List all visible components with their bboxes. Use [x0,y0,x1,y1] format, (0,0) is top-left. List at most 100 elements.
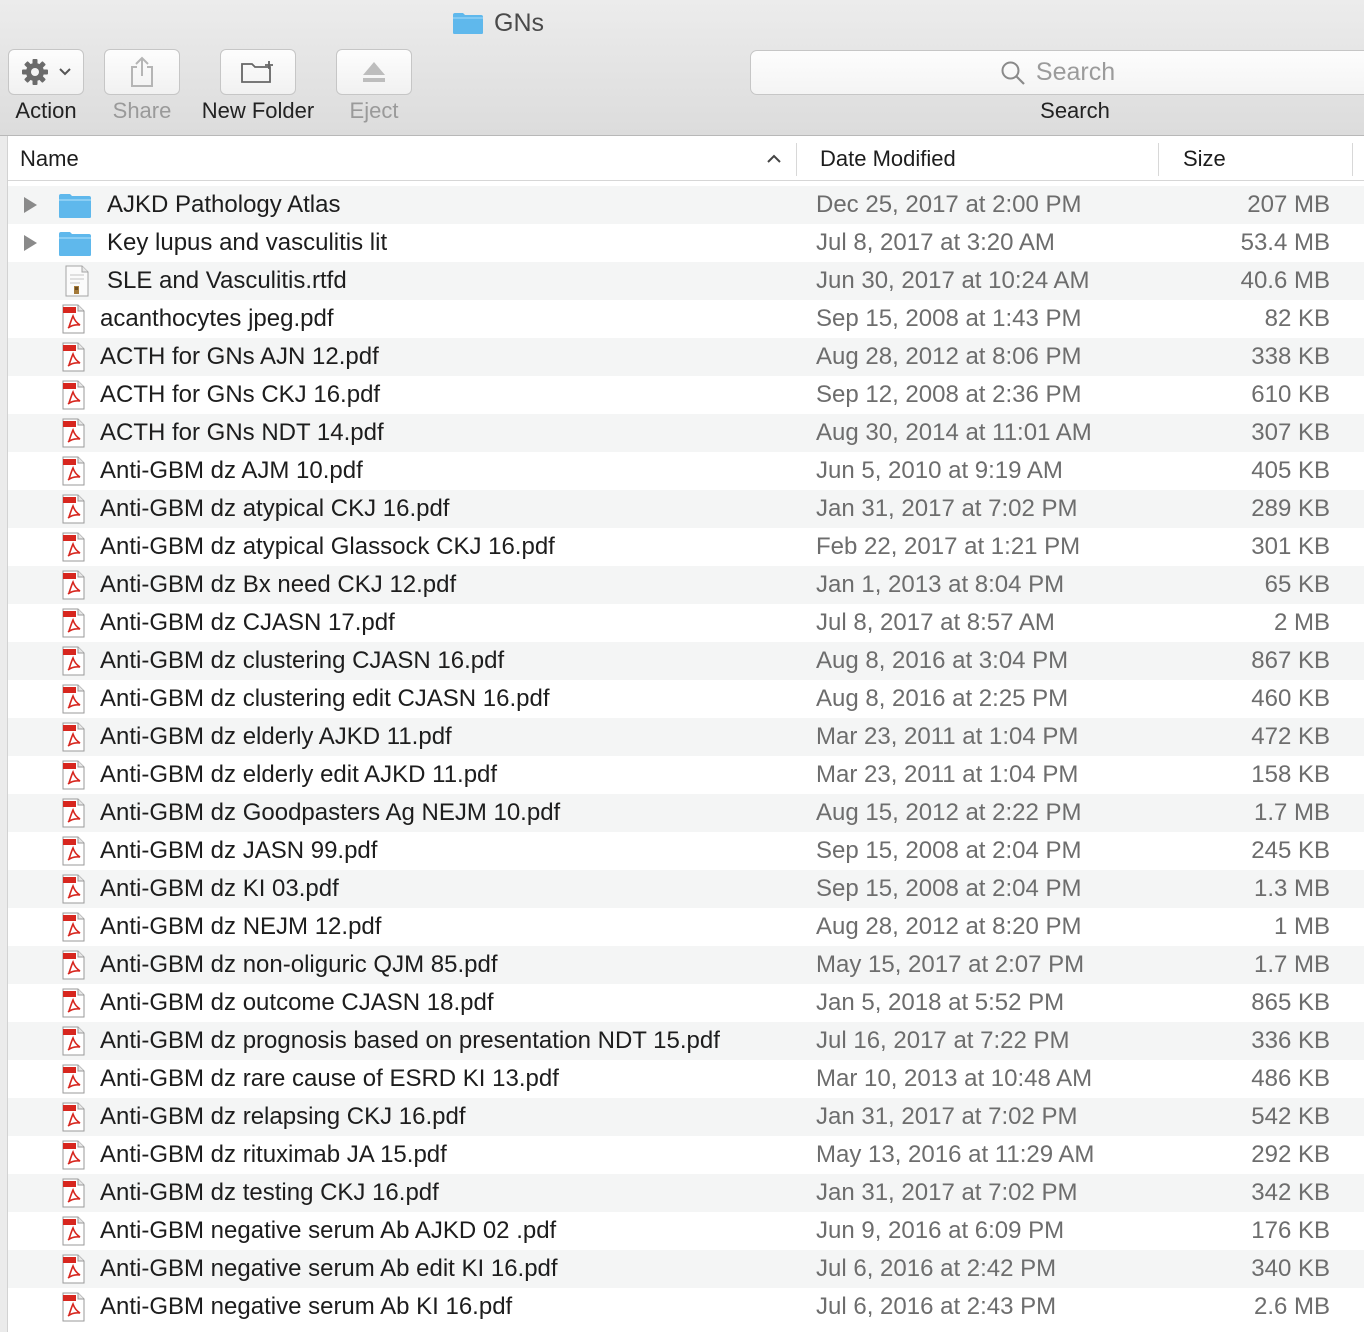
file-date-modified: Aug 28, 2012 at 8:20 PM [816,913,1082,940]
pdf-file-icon [60,912,86,949]
file-row[interactable]: ACTH for GNs CKJ 16.pdf Sep 12, 2008 at 2… [8,376,1364,414]
column-separator [1352,143,1353,176]
pdf-file-icon [60,418,86,455]
new-folder-button[interactable] [220,49,296,95]
file-row[interactable]: Anti-GBM dz rare cause of ESRD KI 13.pdf… [8,1060,1364,1098]
disclosure-triangle-icon[interactable] [24,235,37,251]
file-row[interactable]: Anti-GBM negative serum Ab AJKD 02 .pdf J… [8,1212,1364,1250]
chevron-down-icon [59,68,71,76]
file-date-modified: Jun 30, 2017 at 10:24 AM [816,267,1090,294]
file-size: 1 MB [1273,913,1330,940]
file-size: 301 KB [1251,533,1330,560]
share-button[interactable] [104,49,180,95]
file-row[interactable]: Anti-GBM dz clustering CJASN 16.pdf Aug 8… [8,642,1364,680]
column-date-label: Date Modified [820,146,956,171]
eject-icon [363,62,385,82]
file-date-modified: Jul 16, 2017 at 7:22 PM [816,1027,1070,1054]
file-row[interactable]: Anti-GBM dz CJASN 17.pdf Jul 8, 2017 at 8… [8,604,1364,642]
file-date-modified: Mar 23, 2011 at 1:04 PM [816,723,1079,750]
file-row[interactable]: Anti-GBM dz non-oliguric QJM 85.pdf May 1… [8,946,1364,984]
file-row[interactable]: Anti-GBM dz Goodpasters Ag NEJM 10.pdf Au… [8,794,1364,832]
file-size: 610 KB [1251,381,1330,408]
file-date-modified: Aug 15, 2012 at 2:22 PM [816,799,1082,826]
column-date-header[interactable]: Date Modified [820,138,1160,181]
file-row[interactable]: Anti-GBM dz KI 03.pdf Sep 15, 2008 at 2:0… [8,870,1364,908]
window-left-edge [0,136,8,1332]
file-row[interactable]: Anti-GBM dz AJM 10.pdf Jun 5, 2010 at 9:1… [8,452,1364,490]
file-row[interactable]: Anti-GBM dz elderly AJKD 11.pdf Mar 23, 2… [8,718,1364,756]
file-name: Anti-GBM negative serum Ab AJKD 02 .pdf [100,1217,557,1244]
pdf-file-icon [60,1254,86,1291]
file-date-modified: May 15, 2017 at 2:07 PM [816,951,1085,978]
sort-ascending-icon [767,154,781,163]
file-name: Anti-GBM dz Bx need CKJ 12.pdf [100,571,457,598]
disclosure-triangle-icon[interactable] [24,197,37,213]
search-input[interactable]: Search [750,50,1364,95]
file-name: Anti-GBM negative serum Ab KI 16.pdf [100,1293,513,1320]
file-name: ACTH for GNs NDT 14.pdf [100,419,384,446]
file-date-modified: Jan 1, 2013 at 8:04 PM [816,571,1065,598]
file-row[interactable]: Anti-GBM dz prognosis based on presentat… [8,1022,1364,1060]
file-date-modified: Jul 8, 2017 at 3:20 AM [816,229,1055,256]
file-size: 338 KB [1251,343,1330,370]
eject-button[interactable] [336,49,412,95]
file-row[interactable]: Anti-GBM dz JASN 99.pdf Sep 15, 2008 at 2… [8,832,1364,870]
file-size: 460 KB [1251,685,1330,712]
file-row[interactable]: Anti-GBM dz relapsing CKJ 16.pdf Jan 31, … [8,1098,1364,1136]
column-size-label: Size [1183,146,1226,171]
file-size: 158 KB [1251,761,1330,788]
file-size: 486 KB [1251,1065,1330,1092]
file-row[interactable]: Anti-GBM dz NEJM 12.pdf Aug 28, 2012 at 8… [8,908,1364,946]
file-row[interactable]: AJKD Pathology Atlas Dec 25, 2017 at 2:00… [8,186,1364,224]
file-name: Anti-GBM dz prognosis based on presentat… [100,1027,720,1054]
file-size: 40.6 MB [1240,267,1330,294]
folder-icon [453,13,483,34]
file-row[interactable]: Anti-GBM dz rituximab JA 15.pdf May 13, 2… [8,1136,1364,1174]
pdf-file-icon [60,1140,86,1177]
file-row[interactable]: ACTH for GNs AJN 12.pdf Aug 28, 2012 at 8… [8,338,1364,376]
share-label: Share [112,98,172,123]
new-folder-icon [241,61,273,83]
file-row[interactable]: Anti-GBM negative serum Ab KI 16.pdf Jul … [8,1288,1364,1326]
file-size: 307 KB [1251,419,1330,446]
file-date-modified: Feb 22, 2017 at 1:21 PM [816,533,1081,560]
action-button[interactable] [8,49,84,95]
file-size: 245 KB [1251,837,1330,864]
file-size: 289 KB [1251,495,1330,522]
file-date-modified: Jan 31, 2017 at 7:02 PM [816,495,1078,522]
file-row[interactable]: Key lupus and vasculitis lit Jul 8, 2017 … [8,224,1364,262]
file-row[interactable]: Anti-GBM dz atypical Glassock CKJ 16.pdf… [8,528,1364,566]
file-size: 1.7 MB [1253,951,1330,978]
file-row[interactable]: SLE and Vasculitis.rtfd Jun 30, 2017 at 1… [8,262,1364,300]
file-name: Anti-GBM dz atypical Glassock CKJ 16.pdf [100,533,555,560]
file-name: Anti-GBM dz rituximab JA 15.pdf [100,1141,447,1168]
column-separator [796,143,797,176]
file-row[interactable]: Anti-GBM dz outcome CJASN 18.pdf Jan 5, 2… [8,984,1364,1022]
file-name: Anti-GBM dz testing CKJ 16.pdf [100,1179,439,1206]
column-header: Name Date Modified Size [8,138,1364,181]
file-name: ACTH for GNs AJN 12.pdf [100,343,379,370]
file-row[interactable]: Anti-GBM dz testing CKJ 16.pdf Jan 31, 20… [8,1174,1364,1212]
file-row[interactable]: Anti-GBM dz clustering edit CJASN 16.pdf… [8,680,1364,718]
file-date-modified: Jan 31, 2017 at 7:02 PM [816,1179,1078,1206]
file-size: 176 KB [1251,1217,1330,1244]
file-row[interactable]: ACTH for GNs NDT 14.pdf Aug 30, 2014 at 1… [8,414,1364,452]
toolbar: GNs Action Share New Folder Eject Search… [0,0,1364,136]
pdf-file-icon [60,874,86,911]
column-size-header[interactable]: Size [1183,138,1353,181]
file-size: 542 KB [1251,1103,1330,1130]
file-row[interactable]: Anti-GBM dz Bx need CKJ 12.pdf Jan 1, 201… [8,566,1364,604]
file-row[interactable]: Anti-GBM dz atypical CKJ 16.pdf Jan 31, 2… [8,490,1364,528]
file-row[interactable]: acanthocytes jpeg.pdf Sep 15, 2008 at 1:4… [8,300,1364,338]
file-row[interactable]: Anti-GBM negative serum Ab edit KI 16.pd… [8,1250,1364,1288]
pdf-file-icon [60,1102,86,1139]
file-size: 867 KB [1251,647,1330,674]
pdf-file-icon [60,570,86,607]
pdf-file-icon [60,684,86,721]
file-size: 336 KB [1251,1027,1330,1054]
file-name: Anti-GBM dz non-oliguric QJM 85.pdf [100,951,498,978]
pdf-file-icon [60,1026,86,1063]
file-name: Anti-GBM dz atypical CKJ 16.pdf [100,495,450,522]
file-row[interactable]: Anti-GBM dz elderly edit AJKD 11.pdf Mar … [8,756,1364,794]
column-name-header[interactable]: Name [20,138,800,181]
